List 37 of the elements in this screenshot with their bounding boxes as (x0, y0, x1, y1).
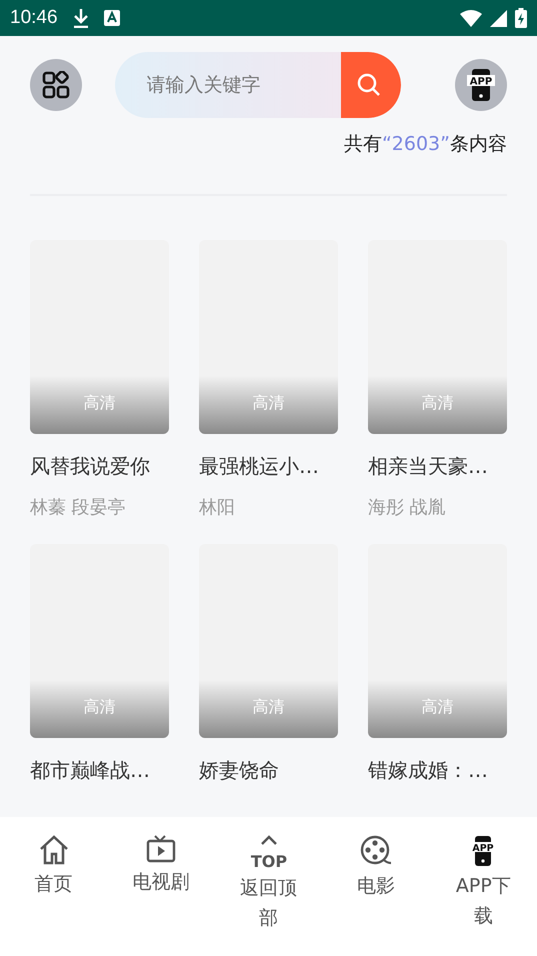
quality-label: 高清 (422, 393, 454, 414)
nav-label[interactable]: 电影 (344, 871, 408, 901)
tv-play-icon[interactable] (146, 835, 176, 863)
nav-label[interactable]: 电视剧 (129, 867, 194, 897)
app-download-button[interactable]: APP (455, 59, 507, 111)
video-cast: 林蓁 段晏亭 (30, 496, 127, 520)
clock-time: 10:46 (10, 7, 58, 29)
nav-label[interactable]: APP下载 (451, 871, 516, 931)
video-title[interactable]: 风替我说爱你 (30, 452, 169, 480)
grid-icon (42, 71, 70, 99)
result-count: 共有“2603”条内容 (342, 132, 508, 156)
search-bar[interactable]: 请输入关键字 (114, 52, 400, 118)
nav-label[interactable]: 首页 (22, 869, 86, 899)
video-title[interactable]: 错嫁成婚：… (368, 756, 507, 784)
video-cast: 林阳 (199, 496, 236, 520)
video-title[interactable]: 娇妻饶命 (199, 756, 338, 784)
search-button[interactable] (340, 52, 400, 118)
wifi-icon (460, 10, 482, 26)
video-cast: 海彤 战胤 (368, 496, 447, 520)
keyboard-icon (104, 10, 120, 26)
battery-icon (515, 8, 527, 28)
video-title[interactable]: 相亲当天豪… (368, 452, 507, 480)
home-icon[interactable] (38, 835, 70, 865)
search-field[interactable]: 请输入关键字 (114, 73, 340, 97)
nav-label[interactable]: 返回顶部 (236, 873, 301, 933)
quality-label: 高清 (422, 697, 454, 718)
video-title[interactable]: 都市巅峰战… (30, 756, 169, 784)
quality-label: 高清 (252, 697, 284, 718)
quality-label: 高清 (84, 393, 116, 414)
film-reel-icon[interactable] (360, 835, 392, 867)
search-icon (356, 72, 382, 98)
video-title[interactable]: 最强桃运小… (199, 452, 338, 480)
download-icon (72, 8, 90, 28)
quality-label: 高清 (84, 697, 116, 718)
quality-label: 高清 (252, 393, 284, 414)
signal-icon (490, 10, 507, 26)
category-button[interactable] (30, 59, 82, 111)
